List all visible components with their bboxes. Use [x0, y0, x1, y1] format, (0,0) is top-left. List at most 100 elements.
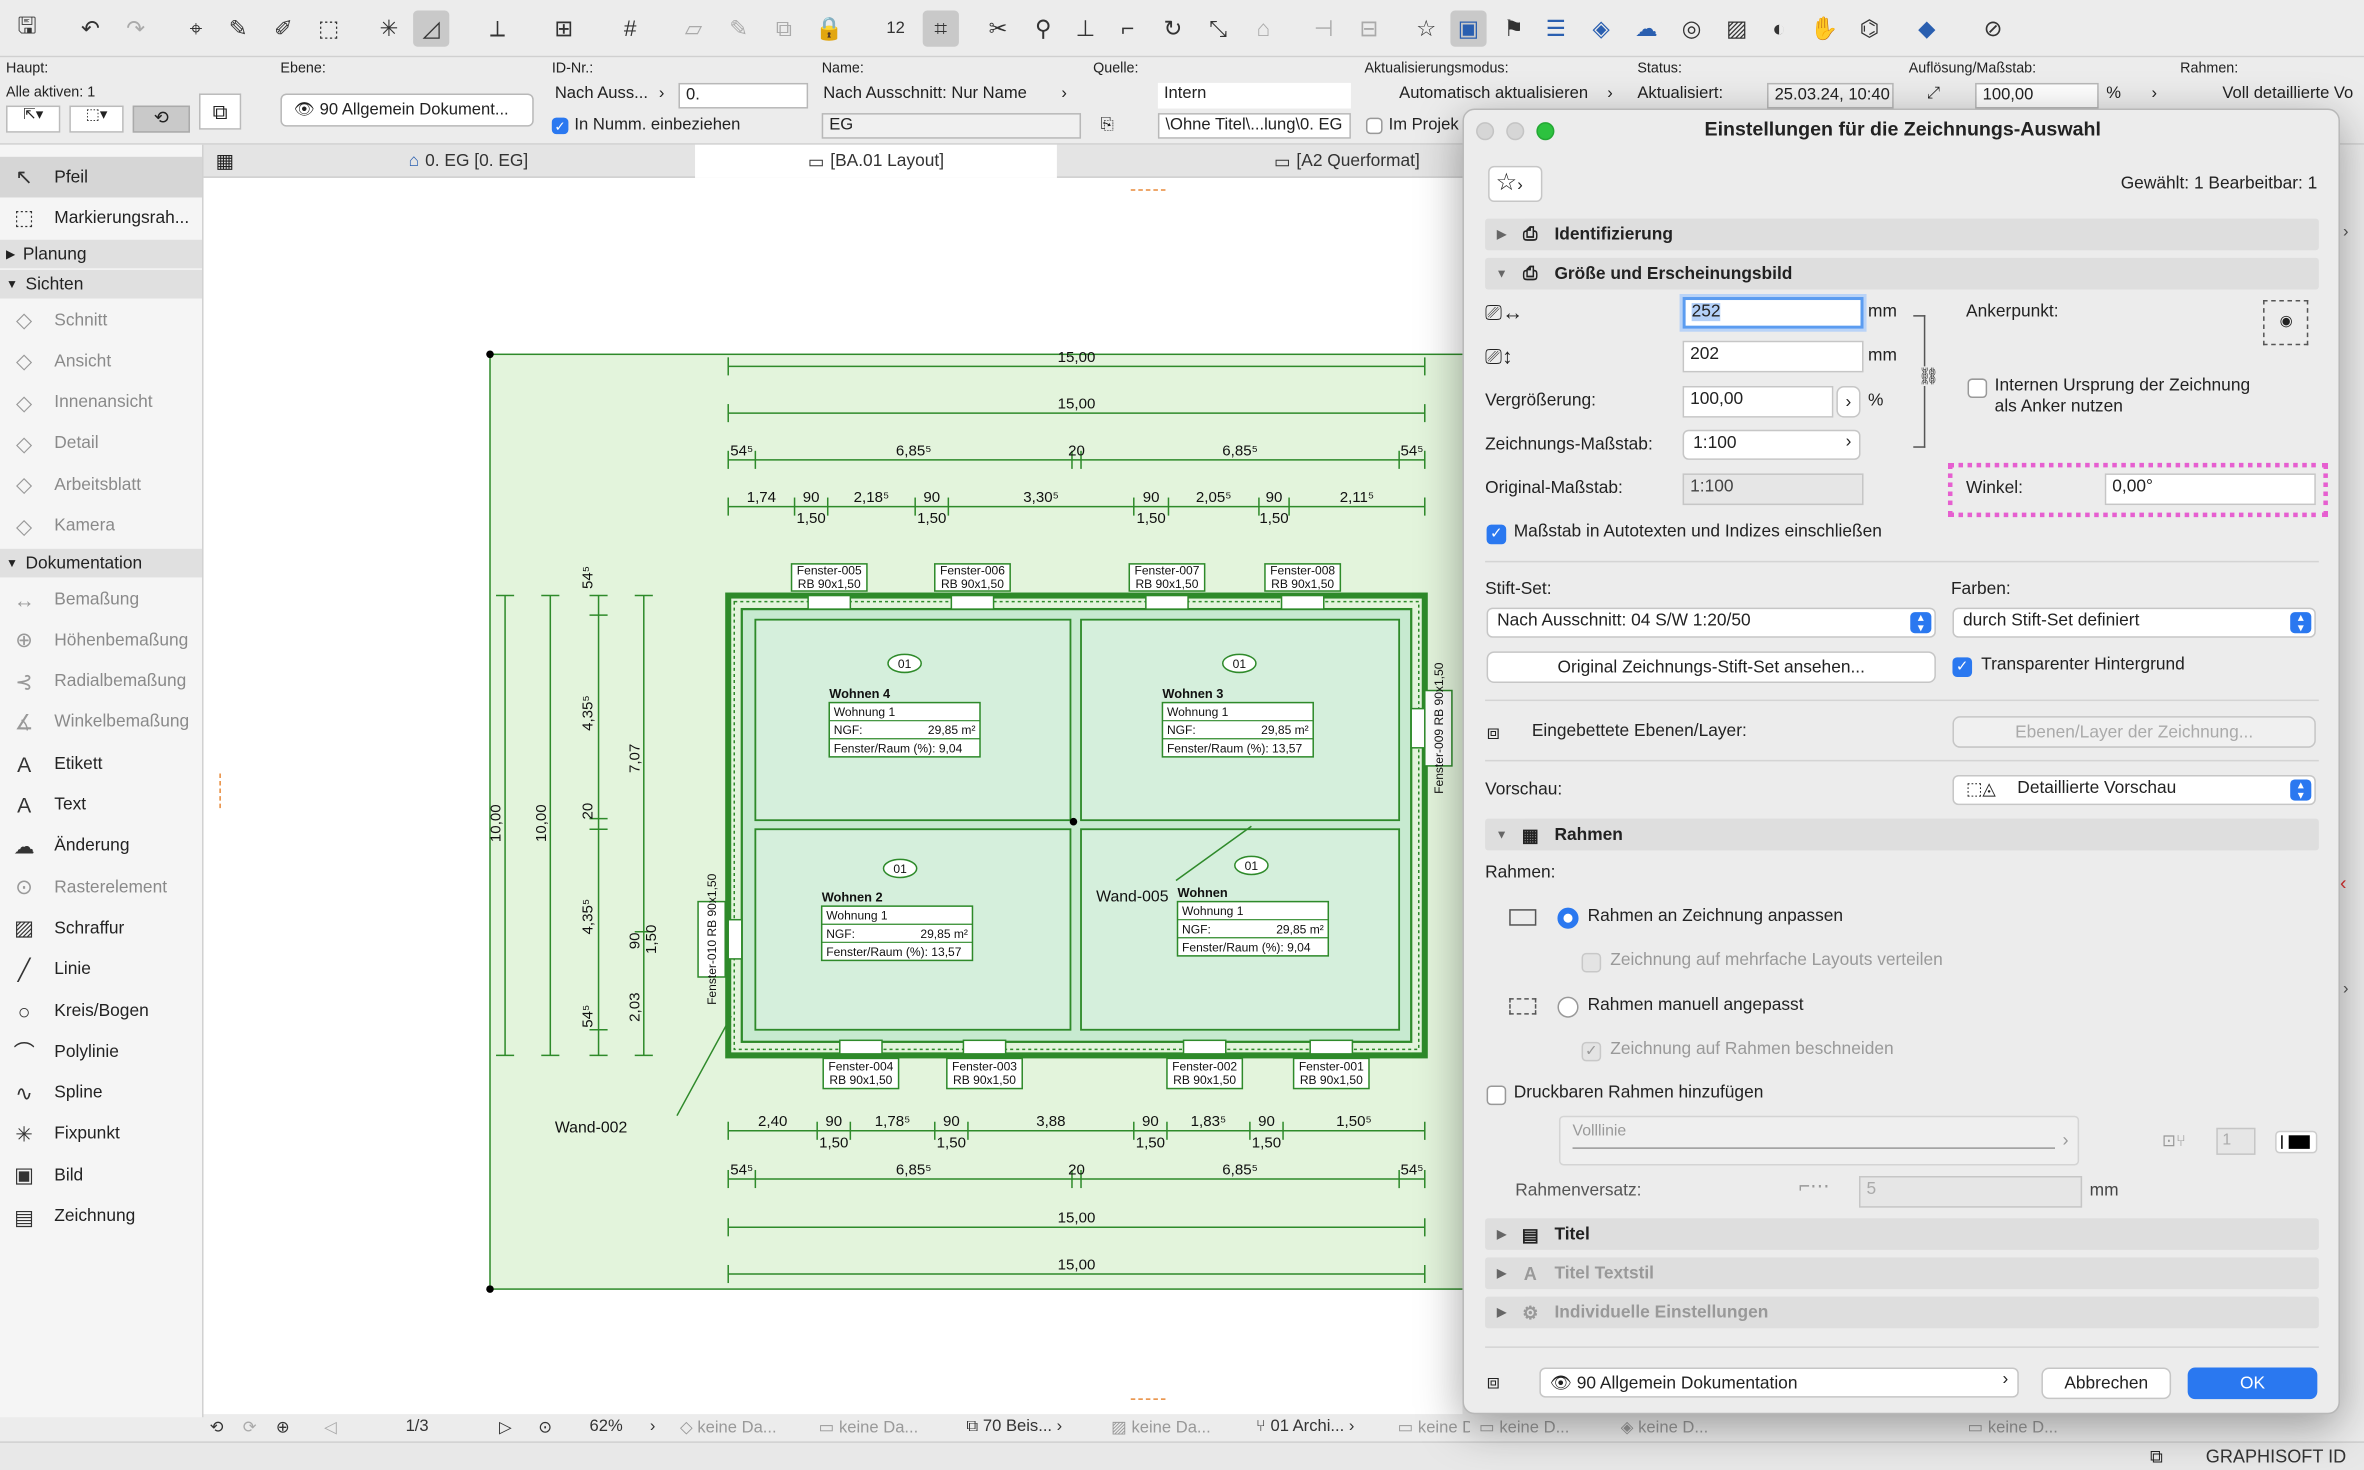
- tool-marquee[interactable]: ⬚ Markierungsrah...: [0, 198, 202, 239]
- include-numbering-checkbox[interactable]: ✓: [551, 117, 569, 135]
- section-planung[interactable]: ▶ Planung: [0, 239, 203, 269]
- roof-icon[interactable]: ⌂: [1245, 11, 1281, 47]
- tool-9[interactable]: ╱ Linie: [0, 949, 202, 990]
- drawing-settings-icon[interactable]: ▣: [1450, 10, 1487, 47]
- update-mode-select[interactable]: Automatisch aktualisieren: [1399, 84, 1588, 102]
- tool-5[interactable]: A Text: [0, 785, 202, 826]
- scale-icon[interactable]: ⤡: [1200, 11, 1236, 47]
- cursor-icon[interactable]: ✳: [371, 11, 407, 47]
- printable-frame-checkbox[interactable]: [1486, 1085, 1507, 1106]
- status-item-5[interactable]: ⑂ 01 Archi... ›: [1256, 1417, 1354, 1435]
- zoom-icon[interactable]: ⊙: [538, 1417, 552, 1437]
- source-path[interactable]: \Ohne Titel\...lung\0. EG: [1157, 113, 1351, 139]
- chain-link-icon[interactable]: ⛓: [1917, 366, 1939, 386]
- tool-6[interactable]: ☁ Änderung: [0, 826, 202, 867]
- layers-button[interactable]: Ebenen/Layer der Zeichnung...: [1952, 716, 2316, 748]
- magic-icon[interactable]: ⚲: [1025, 11, 1061, 47]
- rotate-icon[interactable]: ↻: [1155, 11, 1191, 47]
- tool-7[interactable]: ⊙ Rasterelement: [0, 867, 202, 908]
- tool-11[interactable]: ⌒ Polylinie: [0, 1032, 202, 1073]
- height-field[interactable]: 202: [1682, 340, 1864, 373]
- tool-ansicht[interactable]: ◇ Ansicht: [0, 341, 202, 382]
- hand-icon[interactable]: ✋: [1806, 11, 1842, 47]
- redo-view-icon[interactable]: ⟳: [243, 1417, 257, 1437]
- flag-icon[interactable]: ⚑: [1496, 11, 1532, 47]
- rotate-view-icon[interactable]: ⟲: [210, 1417, 224, 1437]
- section-sichten[interactable]: ▼ Sichten: [0, 269, 203, 299]
- redo-icon[interactable]: ↷: [118, 11, 154, 47]
- view-penset-button[interactable]: Original Zeichnungs-Stift-Set ansehen...: [1486, 651, 1936, 683]
- guide-icon[interactable]: ◿: [413, 10, 450, 47]
- tool-1[interactable]: ⊕ Höhenbemaßung: [0, 620, 202, 661]
- name-field[interactable]: EG: [821, 113, 1082, 139]
- tool-detail[interactable]: ◇ Detail: [0, 423, 202, 464]
- zoom-value[interactable]: 62%: [590, 1417, 623, 1435]
- selection-icon[interactable]: ⌗: [922, 10, 959, 47]
- filter-icon[interactable]: ⊘: [1975, 11, 2011, 47]
- section-dokumentation[interactable]: ▼ Dokumentation: [0, 548, 203, 578]
- tool-8[interactable]: ▨ Schraffur: [0, 908, 202, 949]
- status-item-1[interactable]: ◇ keine Da...: [680, 1417, 777, 1437]
- next-page-icon[interactable]: ▷: [499, 1417, 512, 1437]
- ok-button[interactable]: OK: [2187, 1367, 2318, 1400]
- resolution-field[interactable]: 100,00: [1975, 82, 2099, 109]
- section-frame[interactable]: ▼ ▦ Rahmen: [1485, 818, 2319, 851]
- graphics-icon[interactable]: ◈: [1583, 11, 1619, 47]
- magnification-menu[interactable]: ›: [1836, 385, 1861, 418]
- chevron-right-icon[interactable]: ›: [650, 1417, 656, 1435]
- chevron-right-icon[interactable]: ›: [659, 84, 665, 102]
- name-mode[interactable]: Nach Ausschnitt: Nur Name: [823, 84, 1027, 102]
- include-scale-checkbox[interactable]: ✓: [1486, 524, 1507, 545]
- dome-icon[interactable]: ◎: [1674, 11, 1710, 47]
- tab-overview-icon[interactable]: ▦: [216, 149, 235, 173]
- pick-icon[interactable]: ✎: [220, 11, 256, 47]
- source-field[interactable]: Intern: [1157, 82, 1351, 109]
- rotate-selector-icon[interactable]: ⟲: [132, 105, 190, 133]
- select-icon[interactable]: ⌖: [178, 11, 214, 47]
- layout-canvas[interactable]: 15,00 15,00 54⁵ 6,85⁵ 20 6,85⁵ 54⁵ 1,74 90 2,18⁵ 9…: [203, 177, 1463, 1415]
- id-field[interactable]: 0.: [678, 82, 809, 109]
- section-title-style[interactable]: ▶ A Titel Textstil: [1485, 1257, 2319, 1290]
- chevron-right-icon[interactable]: ›: [2343, 223, 2349, 241]
- tab-master[interactable]: ▭ [A2 Querformat]: [1262, 145, 1463, 178]
- zoom-in-icon[interactable]: ⊕: [276, 1417, 290, 1437]
- magnification-field[interactable]: 100,00: [1682, 385, 1834, 418]
- status-item-3[interactable]: ⧉ 70 Beis... ›: [966, 1417, 1062, 1437]
- chevron-right-icon[interactable]: ›: [1607, 84, 1613, 102]
- layers-icon[interactable]: ⧉: [766, 11, 802, 47]
- penset-select[interactable]: Nach Ausschnitt: 04 S/W 1:20/50 ▴ ▾: [1486, 607, 1936, 638]
- preview-select[interactable]: ⬚◬ Detaillierte Vorschau ▴ ▾: [1952, 774, 2316, 806]
- stack-icon[interactable]: ☰: [1538, 11, 1574, 47]
- status-item-7[interactable]: ▭ keine D...: [1479, 1417, 1569, 1437]
- cloud-icon[interactable]: ☁: [1628, 11, 1664, 47]
- number-icon[interactable]: 12: [877, 11, 913, 47]
- save-icon[interactable]: 🖫: [9, 11, 45, 47]
- tool-15[interactable]: ▤ Zeichnung: [0, 1196, 202, 1237]
- tool-2[interactable]: ⊰ Radialbemaßung: [0, 661, 202, 702]
- tool-pfeil[interactable]: ↖ Pfeil: [0, 156, 203, 198]
- prev-page-icon[interactable]: ◁: [324, 1417, 337, 1437]
- frame-offset-field[interactable]: 5: [1858, 1176, 2083, 1208]
- favorites-button[interactable]: ☆›: [1488, 165, 1543, 203]
- tool-14[interactable]: ▣ Bild: [0, 1155, 202, 1196]
- tool-3[interactable]: ∡ Winkelbemaßung: [0, 702, 202, 743]
- line-type-select[interactable]: Volllinie ›: [1558, 1115, 2080, 1166]
- panel-icon[interactable]: ⧉: [2150, 1446, 2163, 1469]
- tool-13[interactable]: ✳ Fixpunkt: [0, 1114, 202, 1155]
- chevron-right-icon[interactable]: ›: [2343, 980, 2349, 998]
- trim-icon[interactable]: ✂: [980, 11, 1016, 47]
- cancel-button[interactable]: Abbrechen: [2041, 1367, 2172, 1400]
- marquee-selector-icon[interactable]: ⬚▾: [69, 105, 124, 133]
- transparent-bg-checkbox[interactable]: ✓: [1952, 657, 1973, 677]
- tag-icon[interactable]: ⌬: [1851, 11, 1887, 47]
- anchor-point-selector[interactable]: ◉: [2263, 300, 2309, 346]
- tool-innenansicht[interactable]: ◇ Innenansicht: [0, 382, 202, 423]
- floor-plan-drawing[interactable]: 15,00 15,00 54⁵ 6,85⁵ 20 6,85⁵ 54⁵ 1,74 90 2,18⁵ 9…: [204, 178, 1463, 1414]
- graphisoft-id[interactable]: GRAPHISOFT ID: [2206, 1446, 2346, 1467]
- tool-schnitt[interactable]: ◇ Schnitt: [0, 300, 202, 341]
- layer-select[interactable]: 👁 90 Allgemein Dokument...: [280, 93, 534, 127]
- close-red-icon[interactable]: ‹: [2340, 871, 2347, 894]
- tab-floor-plan[interactable]: ⌂ 0. EG [0. EG]: [397, 145, 668, 178]
- distribute-icon[interactable]: ⊟: [1351, 11, 1387, 47]
- frame-value[interactable]: Voll detaillierte Vo: [2222, 84, 2353, 102]
